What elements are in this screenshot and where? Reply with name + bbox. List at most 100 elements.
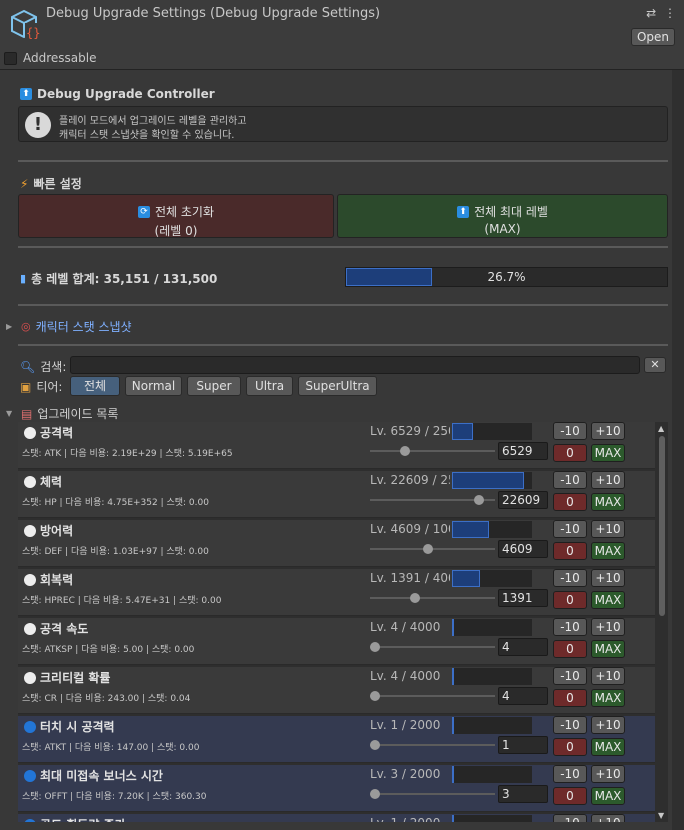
level-input[interactable]: 4 [498, 638, 548, 656]
max-button[interactable]: MAX [591, 444, 625, 462]
plus10-button[interactable]: +10 [591, 520, 625, 538]
minus10-button[interactable]: -10 [553, 618, 587, 636]
level-input[interactable]: 1391 [498, 589, 548, 607]
inspector-title: Debug Upgrade Settings (Debug Upgrade Se… [46, 6, 381, 21]
level-input[interactable]: 1 [498, 736, 548, 754]
tier-all-button[interactable]: 전체 [70, 376, 120, 396]
max-button[interactable]: MAX [591, 591, 625, 609]
upgrade-level-fill [452, 521, 489, 538]
zero-button[interactable]: 0 [553, 689, 587, 707]
tier-normal-button[interactable]: Normal [125, 376, 182, 396]
upgrade-row[interactable]: 체력 스탯: HP | 다음 비용: 4.75E+352 | 스탯: 0.00 … [18, 471, 655, 518]
level-slider-knob[interactable] [410, 593, 421, 603]
minus10-button[interactable]: -10 [553, 667, 587, 685]
minus10-button[interactable]: -10 [553, 471, 587, 489]
upgrade-row[interactable]: 방어력 스탯: DEF | 다음 비용: 1.03E+97 | 스탯: 0.00… [18, 520, 655, 567]
level-slider-knob[interactable] [370, 789, 381, 799]
snapshot-foldout[interactable]: ▶ ◎ 캐릭터 스탯 스냅샷 [6, 318, 132, 335]
plus10-button[interactable]: +10 [591, 471, 625, 489]
max-button[interactable]: MAX [591, 493, 625, 511]
zero-button[interactable]: 0 [553, 542, 587, 560]
upgrade-row[interactable]: 크리티컬 확률 스탯: CR | 다음 비용: 243.00 | 스탯: 0.0… [18, 667, 655, 714]
level-slider-knob[interactable] [423, 544, 433, 554]
level-slider-track[interactable] [370, 646, 495, 648]
zero-button[interactable]: 0 [553, 444, 587, 462]
list-scroll-thumb[interactable] [659, 436, 665, 616]
inspector-scrollbar[interactable] [672, 70, 684, 830]
upgrade-level-fill [452, 815, 454, 822]
more-vert-icon[interactable]: ⋮ [664, 6, 678, 20]
info-text-line1: 플레이 모드에서 업그레이드 레벨을 관리하고 [59, 116, 247, 127]
minus10-button[interactable]: -10 [553, 569, 587, 587]
plus10-button[interactable]: +10 [591, 814, 625, 822]
divider [18, 304, 668, 306]
upgrade-row[interactable]: 터치 시 공격력 스탯: ATKT | 다음 비용: 147.00 | 스탯: … [18, 716, 655, 763]
quick-settings-title: 빠른 설정 [33, 177, 82, 191]
scroll-up-icon[interactable]: ▲ [658, 424, 664, 433]
tier-ultra-button[interactable]: Ultra [246, 376, 293, 396]
scroll-down-icon[interactable]: ▼ [658, 811, 664, 820]
max-button[interactable]: MAX [591, 738, 625, 756]
zero-button[interactable]: 0 [553, 493, 587, 511]
zero-button[interactable]: 0 [553, 738, 587, 756]
triangle-right-icon: ▶ [6, 322, 13, 331]
upgrade-row[interactable]: 공격력 스탯: ATK | 다음 비용: 2.19E+29 | 스탯: 5.19… [18, 422, 655, 469]
addressable-checkbox[interactable] [4, 51, 17, 65]
level-slider-track[interactable] [370, 793, 495, 795]
max-all-sub: (MAX) [484, 222, 521, 236]
level-input[interactable]: 4 [498, 687, 548, 705]
level-input[interactable]: 4609 [498, 540, 548, 558]
status-dot-icon [24, 623, 36, 635]
level-slider-knob[interactable] [370, 642, 381, 652]
level-slider-track[interactable] [370, 597, 495, 599]
minus10-button[interactable]: -10 [553, 716, 587, 734]
max-button[interactable]: MAX [591, 689, 625, 707]
level-slider-knob[interactable] [370, 691, 381, 701]
max-button[interactable]: MAX [591, 787, 625, 805]
open-button[interactable]: Open [631, 28, 675, 46]
plus10-button[interactable]: +10 [591, 716, 625, 734]
tier-superultra-button[interactable]: SuperUltra [298, 376, 377, 396]
level-slider-track[interactable] [370, 695, 495, 697]
level-input[interactable]: 22609 [498, 491, 548, 509]
addressable-toggle[interactable]: Addressable [4, 51, 96, 65]
upgrade-list[interactable]: 골드 획득량 증가 Lv. 1 / 2000 1 -10 +10 0 MAX 최… [18, 422, 668, 822]
upgrade-row[interactable]: 공격 속도 스탯: ATKSP | 다음 비용: 5.00 | 스탯: 0.00… [18, 618, 655, 665]
plus10-button[interactable]: +10 [591, 569, 625, 587]
plus10-button[interactable]: +10 [591, 618, 625, 636]
status-dot-icon [24, 770, 36, 782]
upgrade-list-foldout[interactable]: ▼ ▤ 업그레이드 목록 [6, 405, 118, 422]
level-input[interactable]: 3 [498, 785, 548, 803]
svg-text:{}: {} [26, 26, 40, 40]
list-scrollbar[interactable]: ▲ ▼ [656, 422, 668, 822]
max-button[interactable]: MAX [591, 640, 625, 658]
max-all-button[interactable]: ⬆ 전체 최대 레벨 (MAX) [337, 194, 668, 238]
level-slider-knob[interactable] [473, 495, 484, 505]
reset-all-button[interactable]: ⟳ 전체 초기화 (레벨 0) [18, 194, 334, 238]
minus10-button[interactable]: -10 [553, 814, 587, 822]
plus10-button[interactable]: +10 [591, 422, 625, 440]
up-arrow-icon: ⬆ [457, 205, 470, 218]
sliders-icon[interactable]: ⇄ [646, 6, 658, 20]
plus10-button[interactable]: +10 [591, 765, 625, 783]
level-slider-track[interactable] [370, 744, 495, 746]
level-input[interactable]: 6529 [498, 442, 548, 460]
zero-button[interactable]: 0 [553, 591, 587, 609]
search-clear-button[interactable]: ✕ [644, 357, 666, 373]
upgrade-row[interactable]: 최대 미접속 보너스 시간 스탯: OFFT | 다음 비용: 7.20K | … [18, 765, 655, 812]
level-slider-knob[interactable] [400, 446, 410, 456]
zero-button[interactable]: 0 [553, 640, 587, 658]
max-button[interactable]: MAX [591, 542, 625, 560]
zero-button[interactable]: 0 [553, 787, 587, 805]
level-slider-track[interactable] [370, 450, 495, 452]
upgrade-row[interactable]: 골드 획득량 증가 Lv. 1 / 2000 1 -10 +10 0 MAX [18, 814, 655, 822]
level-slider-knob[interactable] [370, 740, 381, 750]
minus10-button[interactable]: -10 [553, 422, 587, 440]
plus10-button[interactable]: +10 [591, 667, 625, 685]
search-input[interactable] [70, 356, 640, 374]
minus10-button[interactable]: -10 [553, 765, 587, 783]
tier-super-button[interactable]: Super [187, 376, 241, 396]
status-dot-icon [24, 672, 36, 684]
upgrade-row[interactable]: 회복력 스탯: HPREC | 다음 비용: 5.47E+31 | 스탯: 0.… [18, 569, 655, 616]
minus10-button[interactable]: -10 [553, 520, 587, 538]
